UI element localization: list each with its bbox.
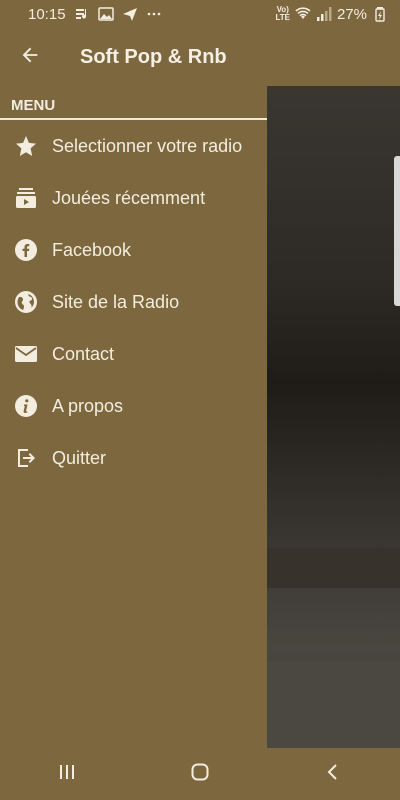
status-right: Vo) LTE 27% [275, 6, 388, 23]
content-background [267, 86, 400, 748]
app-title: Soft Pop & Rnb [80, 45, 227, 68]
navigation-drawer: MENU Selectionner votre radio Jouées réc… [0, 86, 267, 748]
send-notification-icon [122, 6, 138, 22]
menu-item-label: A propos [52, 395, 124, 416]
menu-item-label: Contact [52, 343, 115, 364]
menu-item-radio-site[interactable]: Site de la Radio [0, 276, 267, 328]
playlist-icon [0, 186, 52, 210]
menu-item-recently-played[interactable]: Jouées récemment [0, 172, 267, 224]
content-band [267, 661, 400, 748]
scroll-handle[interactable] [394, 156, 400, 306]
arrow-left-icon [19, 44, 41, 71]
battery-percent: 27% [336, 5, 367, 23]
star-icon [0, 134, 52, 158]
wifi-icon [295, 6, 311, 22]
status-bar: 10:15 Vo) LTE 27% [0, 0, 400, 28]
menu-item-facebook[interactable]: Facebook [0, 224, 267, 276]
signal-icon [316, 6, 332, 22]
menu-item-quit[interactable]: Quitter [0, 432, 267, 484]
globe-icon [0, 290, 52, 314]
menu-item-label: Jouées récemment [52, 187, 206, 208]
home-icon [190, 762, 210, 787]
exit-icon [0, 446, 52, 470]
back-nav-button[interactable] [303, 748, 363, 800]
recent-apps-icon [57, 762, 77, 787]
menu-item-label: Site de la Radio [52, 291, 180, 312]
menu-item-about[interactable]: A propos [0, 380, 267, 432]
menu-item-contact[interactable]: Contact [0, 328, 267, 380]
facebook-icon [0, 238, 52, 262]
status-time: 10:15 [28, 5, 66, 23]
volte-icon: Vo) LTE [275, 5, 290, 22]
menu-header: MENU [0, 86, 267, 120]
menu-item-select-radio[interactable]: Selectionner votre radio [0, 120, 267, 172]
menu-item-label: Facebook [52, 239, 132, 260]
app-bar: Soft Pop & Rnb [0, 28, 400, 86]
music-notification-icon [74, 6, 90, 22]
info-icon [0, 394, 52, 418]
menu-item-label: Quitter [52, 447, 107, 468]
battery-charging-icon [372, 6, 388, 22]
chevron-left-icon [323, 762, 343, 787]
more-notifications-icon [146, 6, 162, 22]
status-left: 10:15 [28, 6, 162, 23]
system-navigation-bar [0, 748, 400, 800]
content-band [267, 548, 400, 588]
image-notification-icon [97, 6, 114, 22]
menu-list: Selectionner votre radio Jouées récemmen… [0, 120, 267, 484]
recent-apps-button[interactable] [37, 748, 97, 800]
mail-icon [0, 342, 52, 366]
menu-item-label: Selectionner votre radio [52, 135, 243, 156]
home-button[interactable] [170, 748, 230, 800]
back-button[interactable] [0, 28, 60, 86]
